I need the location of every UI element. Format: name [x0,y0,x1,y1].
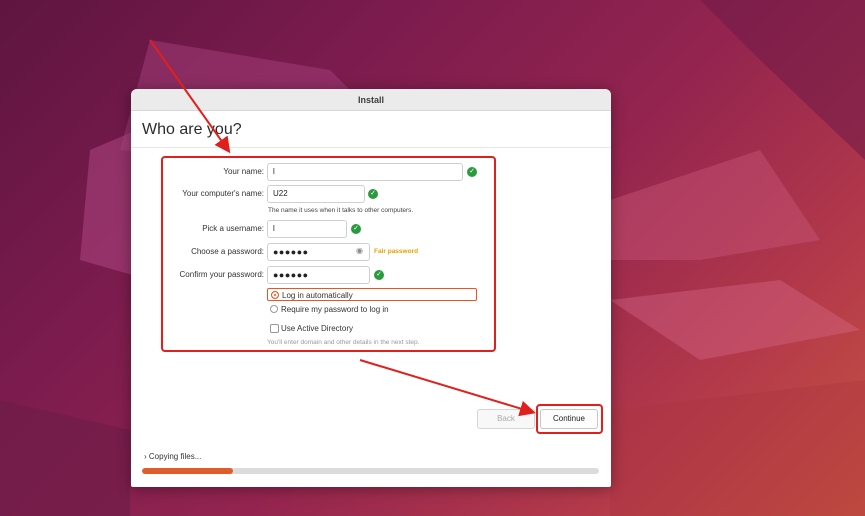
progress-fill [142,468,234,474]
progress-expander[interactable]: › Copying files... [144,452,201,461]
heading-divider [131,147,611,148]
window-title: Install [131,89,611,111]
continue-highlight-box [536,404,603,434]
chevron-right-icon: › [144,452,147,461]
page-title: Who are you? [142,121,242,138]
progress-label: Copying files... [148,452,202,461]
form-highlight-box [161,156,496,352]
back-button[interactable]: Back [477,409,535,429]
install-progress-bar [142,468,599,474]
